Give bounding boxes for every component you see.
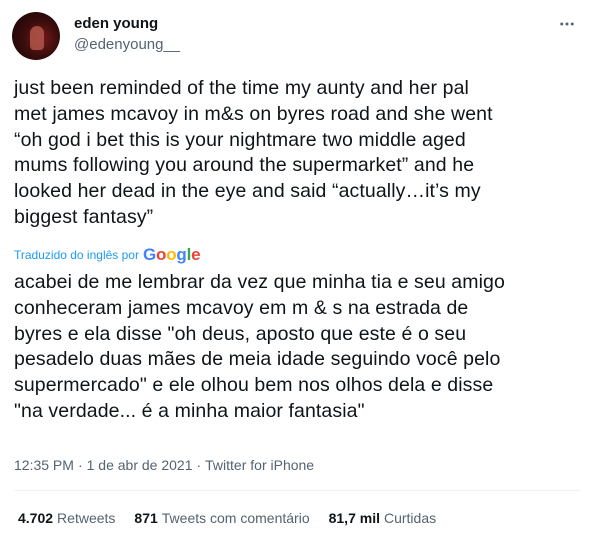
more-options-button[interactable] bbox=[553, 12, 581, 36]
author-avatar[interactable] bbox=[12, 12, 60, 60]
quote-tweets-label: Tweets com comentário bbox=[161, 510, 310, 526]
tweet-time-link[interactable]: 12:35 PM bbox=[14, 457, 74, 473]
tweet-text-line: biggest fantasy” bbox=[14, 205, 154, 228]
retweets-stat[interactable]: 4.702 Retweets bbox=[18, 508, 115, 528]
tweet-text-line: looked her dead in the eye and said “act… bbox=[14, 180, 481, 203]
translation-text-line: byres e ela disse "oh deus, aposto que e… bbox=[14, 322, 467, 345]
tweet-meta: 12:35 PM · 1 de abr de 2021 · Twitter for iP… bbox=[14, 455, 314, 475]
google-logo: Google bbox=[142, 245, 201, 264]
divider bbox=[14, 490, 581, 491]
translation-text-line: supermercado" e ele olhou bem nos olhos … bbox=[14, 374, 494, 397]
likes-stat[interactable]: 81,7 mil Curtidas bbox=[329, 508, 437, 528]
tweet-source-link[interactable]: Twitter for iPhone bbox=[205, 457, 314, 473]
more-horizontal-icon bbox=[560, 22, 574, 26]
retweets-count: 4.702 bbox=[18, 510, 54, 526]
tweet-card: eden young @edenyoung__ just been remind… bbox=[0, 0, 595, 540]
tweet-text-line: just been reminded of the time my aunty … bbox=[14, 77, 469, 99]
author-name[interactable]: eden young bbox=[74, 14, 158, 34]
tweet-stats: 4.702 Retweets 871 Tweets com comentário 8… bbox=[18, 508, 436, 528]
translation-text-line: "na verdade... é a minha maior fantasia" bbox=[14, 399, 365, 422]
quote-tweets-count: 871 bbox=[134, 510, 158, 526]
tweet-date-link[interactable]: 1 de abr de 2021 bbox=[87, 457, 193, 473]
tweet-text-line: met james mcavoy in m&s on byres road an… bbox=[14, 102, 493, 125]
tweet-text-line: “oh god i bet this is your nightmare two… bbox=[14, 128, 466, 151]
quote-tweets-stat[interactable]: 871 Tweets com comentário bbox=[134, 508, 309, 528]
meta-separator: · bbox=[77, 457, 83, 473]
likes-count: 81,7 mil bbox=[328, 510, 380, 526]
retweets-label: Retweets bbox=[57, 510, 116, 526]
tweet-text-line: mums following you around the supermarke… bbox=[14, 154, 475, 177]
tweet-text: just been reminded of the time my aunty … bbox=[14, 76, 584, 231]
avatar-figure bbox=[30, 26, 44, 50]
author-handle[interactable]: @edenyoung__ bbox=[74, 35, 180, 55]
meta-separator: · bbox=[196, 457, 202, 473]
translation-text-line: conheceram james mcavoy em m & s na estr… bbox=[14, 296, 469, 319]
translation-text: acabei de me lembrar da vez que minha ti… bbox=[14, 270, 589, 425]
translation-text-line: acabei de me lembrar da vez que minha ti… bbox=[14, 271, 505, 293]
translated-by-link[interactable]: Traduzido do inglês por Google bbox=[14, 245, 201, 264]
translation-text-line: pesadelo duas mães de meia idade seguind… bbox=[14, 348, 501, 371]
translated-label: Traduzido do inglês por bbox=[14, 248, 139, 262]
likes-label: Curtidas bbox=[383, 510, 437, 526]
